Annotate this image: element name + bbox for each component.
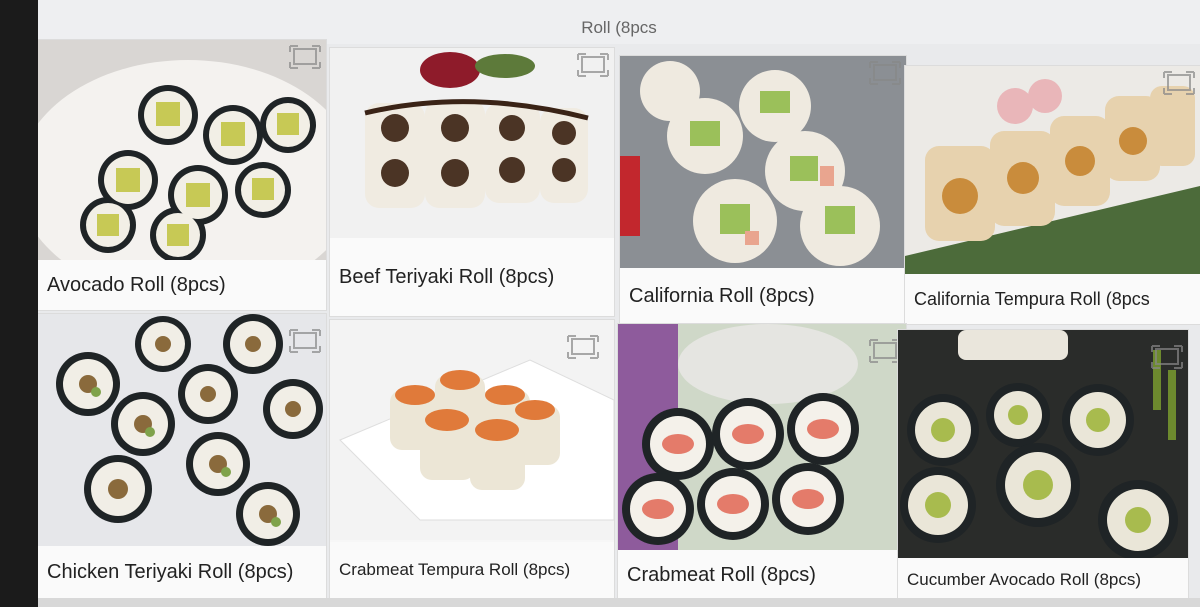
food-photo (620, 56, 906, 268)
item-name: Avocado Roll (8pcs) (38, 260, 326, 310)
expand-icon[interactable] (868, 60, 902, 86)
expand-icon[interactable] (288, 328, 322, 354)
food-photo (38, 314, 326, 546)
menu-card-beef-teriyaki-roll[interactable]: Beef Teriyaki Roll (8pcs) (330, 48, 614, 316)
menu-card-cucumber-avocado-roll[interactable]: Cucumber Avocado Roll (8pcs) (898, 330, 1188, 602)
item-name: Beef Teriyaki Roll (8pcs) (330, 238, 614, 316)
item-name: Chicken Teriyaki Roll (8pcs) (38, 546, 326, 598)
expand-icon[interactable] (566, 334, 600, 360)
category-title: Roll (8pcs (581, 18, 657, 37)
category-header: Roll (8pcs (38, 0, 1200, 44)
food-photo (38, 40, 326, 260)
menu-card-california-tempura-roll[interactable]: California Tempura Roll (8pcs (905, 66, 1200, 324)
next-row-edge (38, 598, 1200, 607)
food-photo (618, 324, 906, 550)
menu-card-avocado-roll[interactable]: Avocado Roll (8pcs) (38, 40, 326, 310)
item-name: California Roll (8pcs) (620, 268, 906, 324)
food-photo (898, 330, 1188, 558)
expand-icon[interactable] (1150, 344, 1184, 370)
item-name: California Tempura Roll (8pcs (905, 274, 1200, 324)
expand-icon[interactable] (576, 52, 610, 78)
item-name: Cucumber Avocado Roll (8pcs) (898, 558, 1188, 602)
expand-icon[interactable] (1162, 70, 1196, 96)
item-name: Crabmeat Roll (8pcs) (618, 550, 906, 600)
menu-screen: Roll (8pcs Avocado Roll (8pcs) Beef Teri… (38, 0, 1200, 607)
expand-icon[interactable] (288, 44, 322, 70)
item-name: Crabmeat Tempura Roll (8pcs) (330, 542, 614, 598)
menu-card-chicken-teriyaki-roll[interactable]: Chicken Teriyaki Roll (8pcs) (38, 314, 326, 598)
expand-icon[interactable] (868, 338, 902, 364)
food-photo (905, 66, 1200, 274)
menu-card-crabmeat-roll[interactable]: Crabmeat Roll (8pcs) (618, 324, 906, 600)
menu-card-crabmeat-tempura-roll[interactable]: Crabmeat Tempura Roll (8pcs) (330, 320, 614, 598)
menu-card-california-roll[interactable]: California Roll (8pcs) (620, 56, 906, 324)
food-photo (330, 48, 614, 238)
